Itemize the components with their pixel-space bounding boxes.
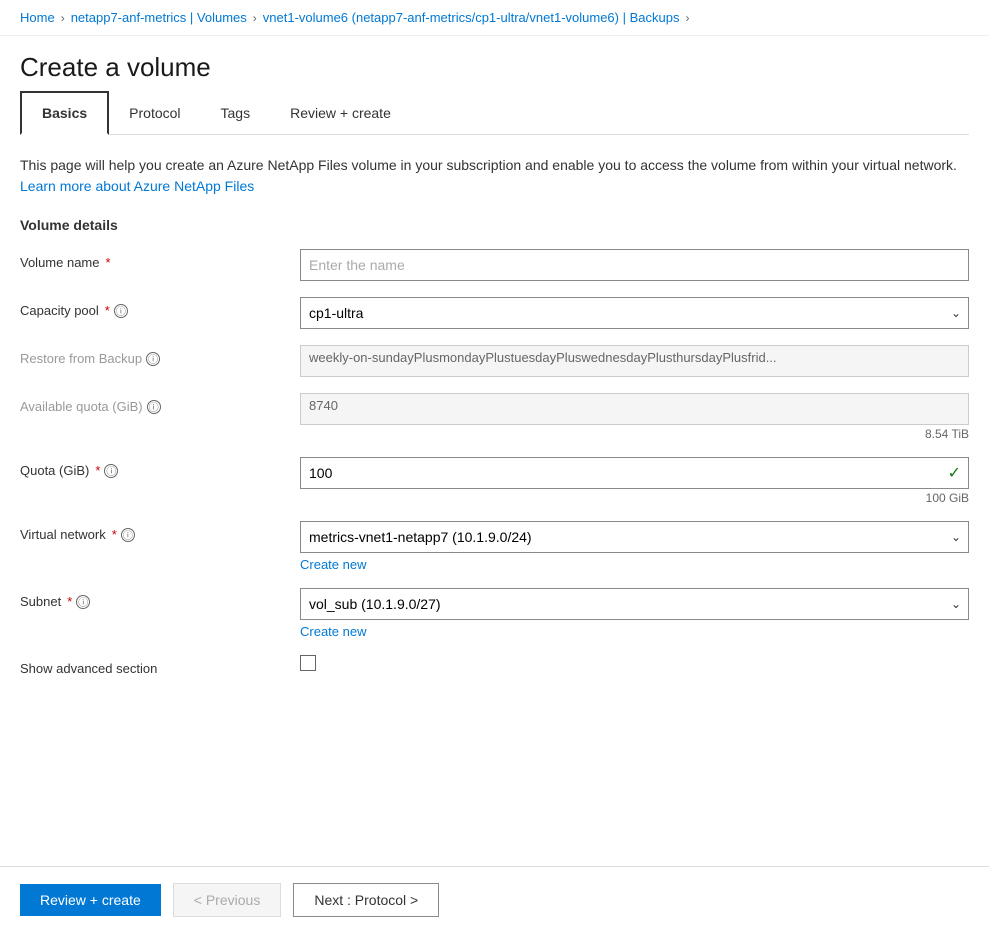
capacity-pool-row: Capacity pool * ⓘ cp1-ultra ⌄	[20, 297, 969, 329]
description-text: This page will help you create an Azure …	[20, 155, 969, 197]
restore-backup-value: weekly-on-sundayPlusmondayPlustuesdayPlu…	[300, 345, 969, 377]
quota-info-icon[interactable]: ⓘ	[104, 464, 118, 478]
subnet-select[interactable]: vol_sub (10.1.9.0/27)	[300, 588, 969, 620]
learn-more-link[interactable]: Learn more about Azure NetApp Files	[20, 178, 254, 194]
subnet-label: Subnet * ⓘ	[20, 588, 300, 609]
available-quota-hint: 8.54 TiB	[300, 427, 969, 441]
capacity-pool-select[interactable]: cp1-ultra	[300, 297, 969, 329]
capacity-pool-info-icon[interactable]: ⓘ	[114, 304, 128, 318]
volume-name-required: *	[106, 255, 111, 270]
page-title: Create a volume	[20, 52, 969, 83]
capacity-pool-label: Capacity pool * ⓘ	[20, 297, 300, 318]
breadcrumb-home[interactable]: Home	[20, 10, 55, 25]
footer-bar: Review + create < Previous Next : Protoc…	[0, 866, 989, 933]
quota-label: Quota (GiB) * ⓘ	[20, 457, 300, 478]
available-quota-info-icon[interactable]: ⓘ	[147, 400, 161, 414]
subnet-info-icon[interactable]: ⓘ	[76, 595, 90, 609]
virtual-network-create-new-link[interactable]: Create new	[300, 557, 366, 572]
subnet-row: Subnet * ⓘ vol_sub (10.1.9.0/27) ⌄ Creat…	[20, 588, 969, 639]
show-advanced-label: Show advanced section	[20, 655, 300, 676]
show-advanced-control	[300, 655, 969, 671]
quota-row: Quota (GiB) * ⓘ ✓ 100 GiB	[20, 457, 969, 505]
capacity-pool-select-wrapper: cp1-ultra ⌄	[300, 297, 969, 329]
tab-protocol[interactable]: Protocol	[109, 91, 200, 134]
subnet-required: *	[67, 594, 72, 609]
next-protocol-button[interactable]: Next : Protocol >	[293, 883, 439, 917]
capacity-pool-control: cp1-ultra ⌄	[300, 297, 969, 329]
tab-review-create[interactable]: Review + create	[270, 91, 411, 134]
tab-basics[interactable]: Basics	[20, 91, 109, 135]
virtual-network-select-wrapper: metrics-vnet1-netapp7 (10.1.9.0/24) ⌄	[300, 521, 969, 553]
subnet-create-new-link[interactable]: Create new	[300, 624, 366, 639]
main-content: Basics Protocol Tags Review + create Thi…	[0, 91, 989, 812]
tab-tags[interactable]: Tags	[201, 91, 271, 134]
available-quota-control: 8740 8.54 TiB	[300, 393, 969, 441]
volume-name-input[interactable]	[300, 249, 969, 281]
show-advanced-checkbox-wrapper	[300, 655, 969, 671]
breadcrumb-volumes[interactable]: netapp7-anf-metrics | Volumes	[71, 10, 247, 25]
virtual-network-required: *	[112, 527, 117, 542]
breadcrumb-sep-3: ›	[685, 11, 689, 25]
show-advanced-row: Show advanced section	[20, 655, 969, 676]
volume-name-label: Volume name *	[20, 249, 300, 270]
review-create-button[interactable]: Review + create	[20, 884, 161, 916]
subnet-select-wrapper: vol_sub (10.1.9.0/27) ⌄	[300, 588, 969, 620]
virtual-network-row: Virtual network * ⓘ metrics-vnet1-netapp…	[20, 521, 969, 572]
volume-name-control	[300, 249, 969, 281]
available-quota-label: Available quota (GiB) ⓘ	[20, 393, 300, 414]
previous-button[interactable]: < Previous	[173, 883, 282, 917]
virtual-network-info-icon[interactable]: ⓘ	[121, 528, 135, 542]
page-header: Create a volume	[0, 36, 989, 91]
quota-required: *	[95, 463, 100, 478]
tabs-container: Basics Protocol Tags Review + create	[20, 91, 969, 135]
quota-hint: 100 GiB	[300, 491, 969, 505]
breadcrumb-sep-2: ›	[253, 11, 257, 25]
breadcrumb: Home › netapp7-anf-metrics | Volumes › v…	[0, 0, 989, 36]
available-quota-value: 8740	[300, 393, 969, 425]
virtual-network-label: Virtual network * ⓘ	[20, 521, 300, 542]
quota-input[interactable]	[300, 457, 969, 489]
restore-backup-label: Restore from Backup ⓘ	[20, 345, 300, 366]
show-advanced-checkbox[interactable]	[300, 655, 316, 671]
breadcrumb-sep-1: ›	[61, 11, 65, 25]
section-title: Volume details	[20, 217, 969, 233]
quota-control: ✓ 100 GiB	[300, 457, 969, 505]
subnet-control: vol_sub (10.1.9.0/27) ⌄ Create new	[300, 588, 969, 639]
virtual-network-control: metrics-vnet1-netapp7 (10.1.9.0/24) ⌄ Cr…	[300, 521, 969, 572]
restore-backup-control: weekly-on-sundayPlusmondayPlustuesdayPlu…	[300, 345, 969, 377]
quota-input-wrapper: ✓	[300, 457, 969, 489]
restore-backup-row: Restore from Backup ⓘ weekly-on-sundayPl…	[20, 345, 969, 377]
volume-name-row: Volume name *	[20, 249, 969, 281]
available-quota-row: Available quota (GiB) ⓘ 8740 8.54 TiB	[20, 393, 969, 441]
virtual-network-select[interactable]: metrics-vnet1-netapp7 (10.1.9.0/24)	[300, 521, 969, 553]
restore-backup-info-icon[interactable]: ⓘ	[146, 352, 160, 366]
breadcrumb-backups[interactable]: vnet1-volume6 (netapp7-anf-metrics/cp1-u…	[263, 10, 680, 25]
capacity-pool-required: *	[105, 303, 110, 318]
